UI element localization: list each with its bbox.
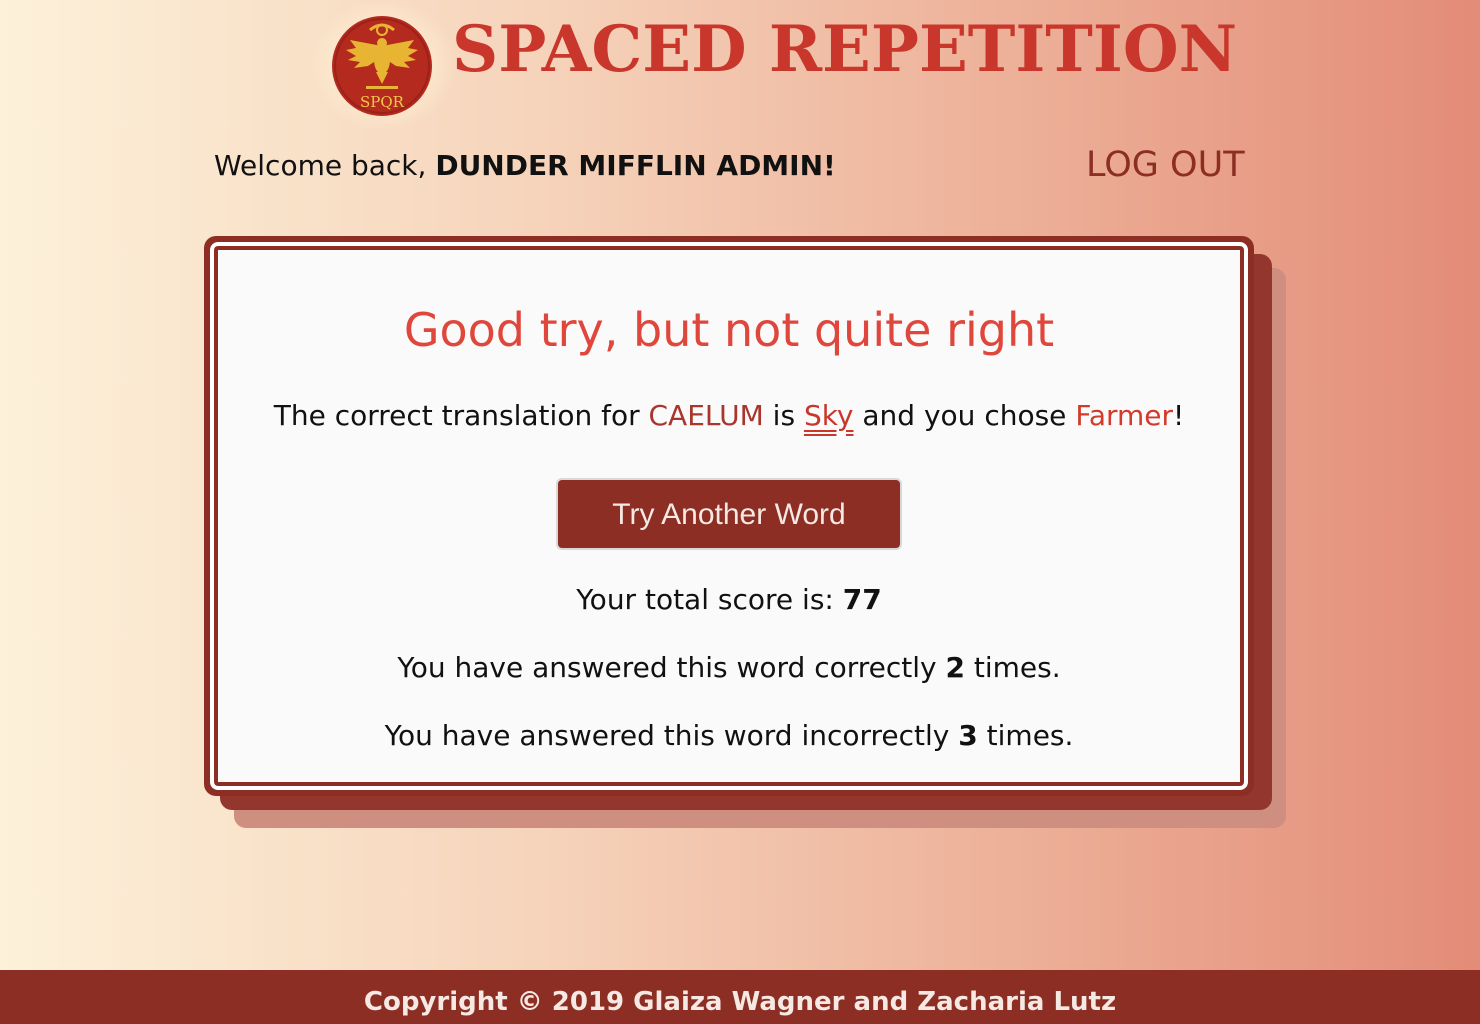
score-label: Your total score is: bbox=[576, 583, 843, 616]
correct-count: You have answered this word correctly 2 … bbox=[218, 648, 1240, 688]
logout-link[interactable]: LOG OUT bbox=[1086, 143, 1245, 187]
translation-sentence: The correct translation for CAELUM is Sk… bbox=[218, 396, 1240, 436]
sentence-part-2: is bbox=[763, 399, 804, 432]
site-title: SPACED REPETITION bbox=[452, 12, 1238, 87]
user-name: DUNDER MIFFLIN ADMIN! bbox=[435, 149, 836, 182]
spqr-eagle-logo: SPQR bbox=[332, 16, 432, 116]
sentence-part-1: The correct translation for bbox=[273, 399, 649, 432]
correct-suffix: times. bbox=[965, 651, 1061, 684]
card-content: Good try, but not quite right The correc… bbox=[218, 250, 1240, 782]
score-value: 77 bbox=[842, 583, 882, 616]
sentence-part-4: ! bbox=[1173, 399, 1185, 432]
sentence-part-3: and you chose bbox=[853, 399, 1076, 432]
latin-word: CAELUM bbox=[648, 399, 764, 432]
incorrect-prefix: You have answered this word incorrectly bbox=[384, 719, 959, 752]
total-score: Your total score is: 77 bbox=[218, 580, 1240, 620]
feedback-heading: Good try, but not quite right bbox=[403, 303, 1055, 357]
card-frame-inner: Good try, but not quite right The correc… bbox=[214, 246, 1244, 786]
correct-value: 2 bbox=[945, 651, 965, 684]
site-footer: Copyright © 2019 Glaiza Wagner and Zacha… bbox=[0, 970, 1480, 1024]
card-frame-gap: Good try, but not quite right The correc… bbox=[210, 242, 1248, 790]
correct-answer: Sky bbox=[803, 399, 854, 432]
incorrect-suffix: times. bbox=[977, 719, 1074, 752]
incorrect-count: You have answered this word incorrectly … bbox=[218, 716, 1240, 756]
logo-text: SPQR bbox=[360, 93, 405, 111]
welcome-message: Welcome back, DUNDER MIFFLIN ADMIN! bbox=[214, 146, 836, 186]
site-header: SPQR SPACED REPETITION bbox=[0, 0, 1480, 130]
try-another-word-button[interactable]: Try Another Word bbox=[556, 478, 902, 550]
feedback-card: Good try, but not quite right The correc… bbox=[204, 236, 1254, 796]
copyright-text: Copyright © 2019 Glaiza Wagner and Zacha… bbox=[363, 987, 1117, 1017]
user-guess: Farmer bbox=[1075, 399, 1174, 432]
welcome-prefix: Welcome back, bbox=[214, 149, 436, 182]
correct-prefix: You have answered this word correctly bbox=[397, 651, 946, 684]
incorrect-value: 3 bbox=[958, 719, 978, 752]
